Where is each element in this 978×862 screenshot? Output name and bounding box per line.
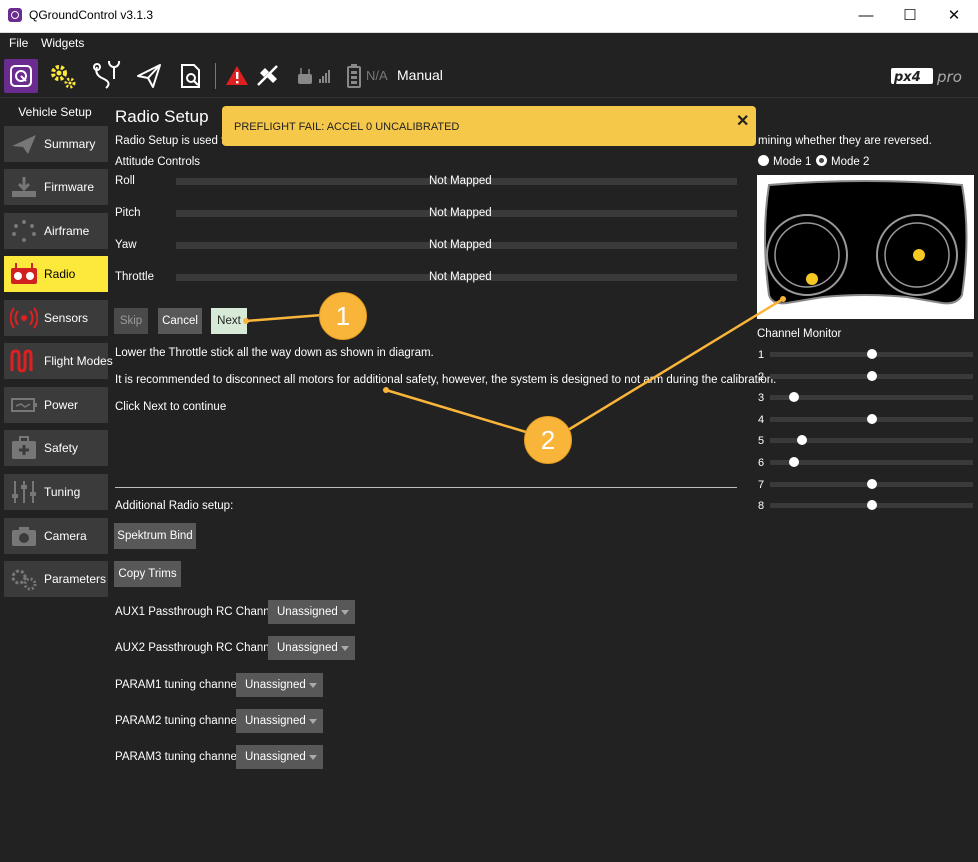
callout-leader-lines xyxy=(243,296,786,434)
callout-badge-1: 1 xyxy=(319,292,367,340)
callout-badge-2: 2 xyxy=(524,416,572,464)
